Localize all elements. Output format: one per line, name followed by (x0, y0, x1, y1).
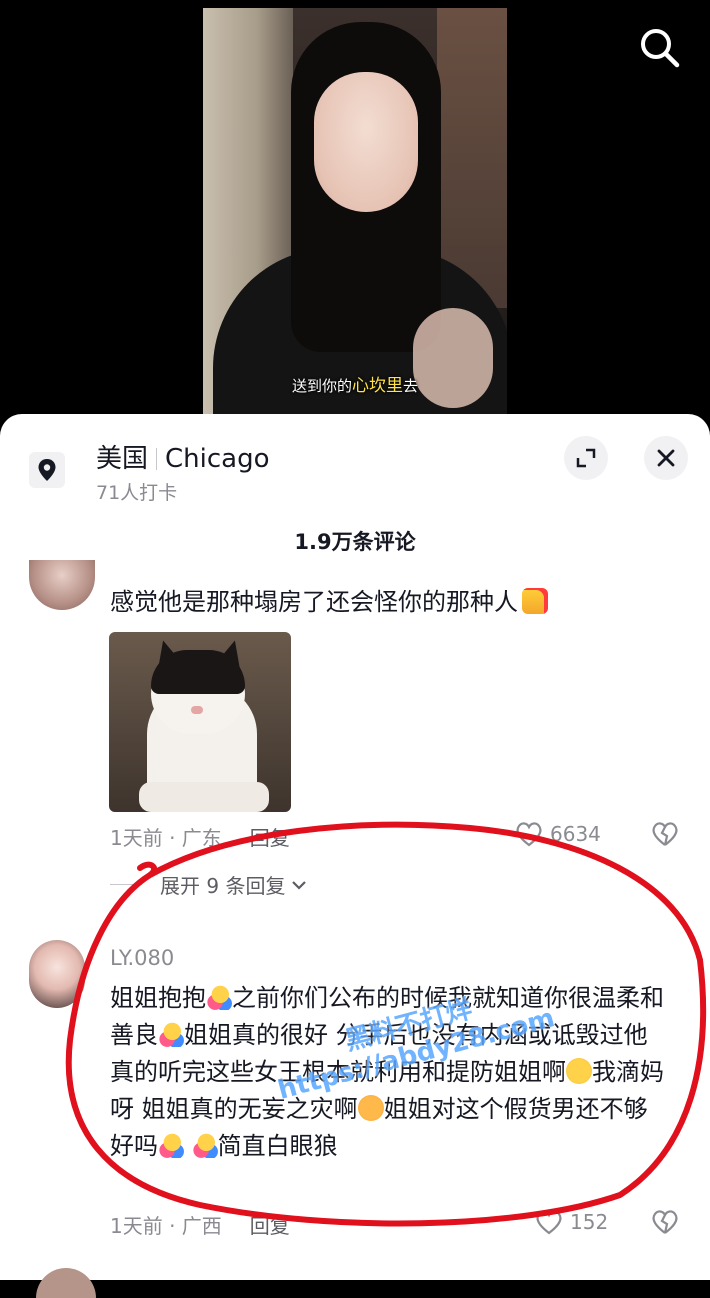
close-button[interactable] (644, 436, 688, 480)
expand-replies-label: 展开 9 条回复 (160, 874, 286, 898)
close-icon (657, 449, 675, 467)
cat-patch (151, 650, 245, 694)
flushed-face-icon (566, 1058, 592, 1084)
like-count: 152 (570, 1210, 609, 1234)
cat-nose (191, 706, 203, 714)
search-button[interactable] (636, 24, 682, 70)
comment-body: 感觉他是那种塌房了还会怪你的那种人 (110, 588, 518, 616)
location-city: Chicago (165, 444, 270, 474)
location-country: 美国 (96, 444, 149, 474)
replies-divider (110, 884, 142, 885)
thumbs-up-icon (522, 588, 548, 614)
comment-text: 感觉他是那种塌房了还会怪你的那种人 (110, 584, 548, 621)
expand-replies-button[interactable]: 展开 9 条回复 (110, 870, 307, 899)
comment-text: 姐姐抱抱 之前你们公布的时候我就知道你很温柔和善良 姐姐真的很好 分手后也没有内涵或… (110, 980, 670, 1165)
like-button[interactable]: 6634 (514, 820, 601, 848)
comment-username[interactable]: LY.080 (110, 946, 174, 970)
subtitle-highlight: 心坎里 (352, 376, 403, 396)
chevron-down-icon (292, 880, 307, 890)
comment-meta: 1天前 · 广西 回复 (110, 1210, 290, 1239)
comment-image[interactable] (109, 632, 291, 812)
video-player[interactable]: 送到你的心坎里去 (0, 0, 710, 414)
expand-icon (576, 448, 596, 468)
hug-icon (206, 984, 232, 1010)
broken-heart-icon (652, 1210, 678, 1234)
dislike-button[interactable] (650, 1208, 680, 1240)
broken-heart-icon (652, 822, 678, 846)
reply-button[interactable]: 回复 (250, 1214, 290, 1238)
search-icon (641, 29, 680, 68)
subtitle-text-end: 去 (403, 377, 419, 395)
reply-button[interactable]: 回复 (250, 826, 290, 850)
location-title[interactable]: 美国 Chicago (96, 438, 270, 475)
like-count: 6634 (550, 822, 601, 846)
person-face (314, 72, 418, 212)
dislike-button[interactable] (650, 820, 680, 852)
video-frame[interactable]: 送到你的心坎里去 (203, 8, 507, 414)
expand-button[interactable] (564, 436, 608, 480)
comment-meta: 1天前 · 广东 回复 (110, 822, 290, 851)
comment-segment: 简直白眼狼 (217, 1132, 338, 1160)
comments-sheet: 美国 Chicago 71人打卡 1.9万条评论 感觉他是那种塌房了还会怪你的那种… (0, 414, 710, 1280)
comment-time-location: 1天前 · 广西 (110, 1214, 222, 1238)
sobbing-face-icon (357, 1095, 384, 1121)
comment-segment: 姐姐抱抱 (110, 984, 206, 1012)
commenter-avatar[interactable] (29, 940, 85, 1008)
cat-paws (139, 782, 269, 812)
subtitle-text: 送到你的 (291, 377, 352, 395)
comment-count: 1.9万条评论 (294, 530, 416, 554)
hug-icon (158, 1132, 184, 1158)
comment-time-location: 1天前 · 广东 (110, 826, 222, 850)
video-subtitle: 送到你的心坎里去 (203, 371, 507, 396)
location-separator (156, 448, 158, 470)
heart-icon (536, 1210, 562, 1235)
hug-icon (191, 1132, 218, 1158)
location-checkins: 71人打卡 (96, 482, 178, 504)
commenter-avatar[interactable] (29, 560, 95, 610)
like-button[interactable]: 152 (534, 1208, 608, 1236)
hug-icon (158, 1021, 184, 1047)
heart-icon (516, 822, 542, 847)
location-pin-icon (29, 452, 65, 488)
